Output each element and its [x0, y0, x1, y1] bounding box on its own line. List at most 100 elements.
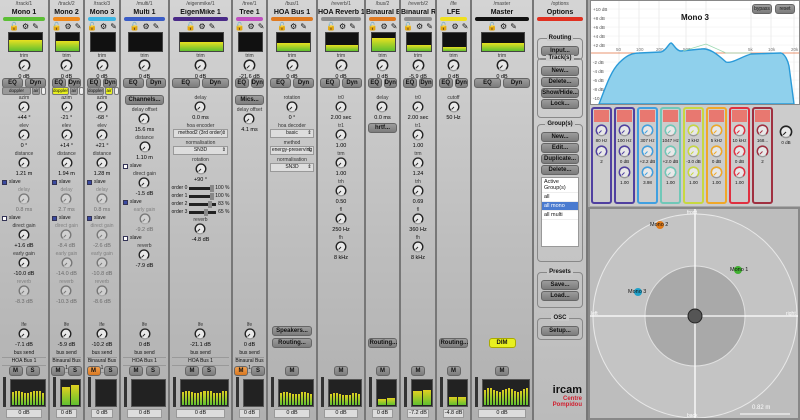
delay-knob[interactable]: delay 0.0 ms: [374, 95, 391, 121]
knob-dial[interactable]: [139, 213, 151, 227]
listener-head[interactable]: [687, 308, 703, 324]
knob-dial[interactable]: [18, 101, 30, 115]
order-2-slider[interactable]: order 2 83 %: [172, 200, 229, 208]
gain-knob[interactable]: 0 dB: [708, 145, 725, 164]
edit-icon[interactable]: ✎: [32, 22, 39, 31]
output-gain-value[interactable]: 0 dB: [6, 409, 42, 418]
edit-icon[interactable]: ✎: [110, 22, 117, 31]
eq-button[interactable]: EQ: [270, 78, 291, 88]
fh-knob[interactable]: fh 8 kHz: [334, 235, 348, 261]
lfe-knob[interactable]: lfe -7.1 dB: [15, 322, 33, 348]
mute-button[interactable]: M: [51, 366, 65, 376]
edit-icon[interactable]: ✎: [462, 22, 469, 31]
edit-icon[interactable]: ✎: [209, 22, 216, 31]
param-select[interactable]: hoa encoder method2 (3rd order): [170, 123, 231, 138]
slave-checkbox[interactable]: slave: [87, 215, 106, 221]
direct-gain-knob[interactable]: direct gain -8.4 dB: [55, 223, 78, 249]
knob-dial[interactable]: [733, 166, 746, 180]
checkbox[interactable]: [52, 179, 57, 185]
normalisation-dropdown[interactable]: SN3D: [173, 146, 228, 155]
trim-knob[interactable]: trim 0 dB: [121, 53, 168, 80]
knob-dial[interactable]: [618, 166, 631, 180]
trim-knob[interactable]: trim 0 dB: [268, 53, 316, 80]
knob-dial[interactable]: [194, 328, 206, 342]
lock-icon[interactable]: 🔓: [368, 22, 378, 31]
edit-icon[interactable]: ✎: [349, 22, 356, 31]
mute-button[interactable]: M: [185, 366, 199, 376]
knob-dial[interactable]: [96, 59, 109, 74]
volume-fader[interactable]: [3, 377, 6, 407]
early-gain-knob[interactable]: early gain -10.8 dB: [91, 251, 113, 277]
solo-button[interactable]: S: [103, 366, 118, 376]
slave-checkbox[interactable]: slave: [87, 179, 106, 185]
slider-track[interactable]: [189, 192, 214, 200]
knob-dial[interactable]: [96, 193, 108, 207]
edit-icon[interactable]: ✎: [75, 22, 82, 31]
group-list-item[interactable]: all mono: [542, 202, 578, 211]
direct-gain-knob[interactable]: direct gain -2.6 dB: [90, 223, 113, 249]
dyn-button[interactable]: Dyn: [145, 78, 166, 88]
slave-checkbox[interactable]: slave: [52, 179, 71, 185]
azim-knob[interactable]: azim -68 °: [96, 95, 108, 121]
checkbox[interactable]: [87, 179, 92, 185]
frequency-knob[interactable]: 10 kHz: [731, 124, 748, 143]
knob-dial[interactable]: [18, 285, 30, 299]
checkbox[interactable]: [2, 215, 7, 221]
lock-icon[interactable]: 🔓: [487, 22, 497, 31]
order-0-slider[interactable]: order 0 100 %: [172, 184, 229, 192]
knob-dial[interactable]: [60, 285, 72, 299]
knob-dial[interactable]: [618, 124, 631, 138]
spat-toggle-doppler[interactable]: doppler: [2, 87, 31, 95]
lock-icon[interactable]: 🔓: [87, 22, 97, 31]
tr1-knob[interactable]: tr1 1.00: [335, 123, 347, 149]
knob-dial[interactable]: [664, 124, 677, 138]
knob-dial[interactable]: [243, 113, 255, 127]
eq-output-knob[interactable]: 0 dB: [779, 125, 793, 145]
groups-edit-button[interactable]: Edit...: [541, 143, 579, 153]
knob-dial[interactable]: [139, 328, 151, 342]
mute-button[interactable]: M: [86, 366, 101, 376]
knob-dial[interactable]: [376, 59, 389, 74]
output-gain-value[interactable]: -7.2 dB: [407, 409, 429, 418]
dyn-button[interactable]: Dyn: [201, 78, 229, 88]
fh-knob[interactable]: fh 8 kHz: [411, 235, 425, 261]
trm-knob[interactable]: trm 1.00: [335, 151, 347, 177]
output-gain-value[interactable]: 0 dB: [239, 409, 260, 418]
knob-dial[interactable]: [60, 229, 72, 243]
early-gain-knob[interactable]: early gain -14.0 dB: [56, 251, 78, 277]
spat-toggle-doppler[interactable]: doppler: [52, 87, 70, 95]
gear-icon[interactable]: ⚙: [199, 22, 206, 31]
knob-dial[interactable]: [194, 59, 207, 74]
q-knob[interactable]: 3.98: [639, 166, 656, 185]
early-gain-knob[interactable]: early gain -10.0 dB: [13, 251, 35, 277]
knob-dial[interactable]: [96, 285, 108, 299]
knob-dial[interactable]: [286, 59, 299, 74]
knob-dial[interactable]: [61, 257, 73, 271]
frequency-knob[interactable]: 2 kHz: [685, 124, 702, 143]
checkbox[interactable]: [123, 199, 128, 205]
knob-dial[interactable]: [733, 145, 746, 159]
group-list-item[interactable]: all: [542, 193, 578, 202]
mute-button[interactable]: M: [8, 366, 23, 376]
mics-button[interactable]: Mics...: [235, 95, 264, 105]
frequency-knob[interactable]: 1047 Hz: [662, 124, 679, 143]
reverb-knob[interactable]: reverb -8.6 dB: [93, 279, 111, 305]
gear-icon[interactable]: ⚙: [100, 22, 107, 31]
spat-checkbox[interactable]: [79, 87, 83, 95]
dim-button[interactable]: DIM: [488, 338, 516, 348]
mute-button[interactable]: M: [411, 366, 425, 376]
knob-dial[interactable]: [18, 129, 30, 143]
eq-button[interactable]: EQ: [439, 78, 453, 88]
osc-setup-button[interactable]: Setup...: [541, 326, 579, 336]
eq-button[interactable]: EQ: [368, 78, 382, 88]
eq-button[interactable]: EQ: [403, 78, 417, 88]
output-gain-value[interactable]: 0 dB: [372, 409, 393, 418]
edit-icon[interactable]: ✎: [391, 22, 398, 31]
dyn-button[interactable]: Dyn: [342, 78, 362, 88]
delay-knob[interactable]: delay 0.8 ms: [94, 187, 111, 213]
knob-dial[interactable]: [60, 328, 72, 342]
knob-dial[interactable]: [60, 193, 72, 207]
output-gain-value[interactable]: 0 dB: [56, 409, 77, 418]
volume-fader[interactable]: [404, 377, 407, 407]
delay-knob[interactable]: delay 2.7 ms: [58, 187, 75, 213]
